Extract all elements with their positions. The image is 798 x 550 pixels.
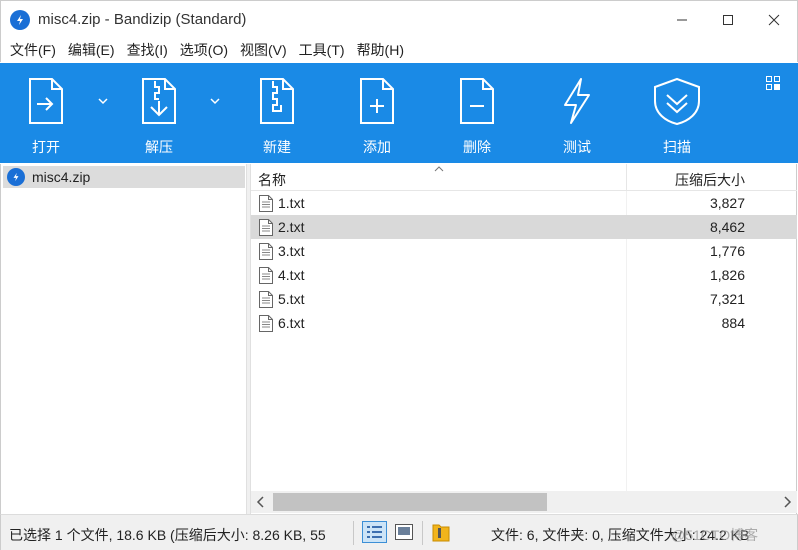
file-row[interactable]: 5.txt 7,321 xyxy=(251,287,797,311)
file-name: 1.txt xyxy=(278,195,305,211)
file-name: 4.txt xyxy=(278,267,305,283)
file-rows: 1.txt 3,827 2.txt 8,462 3.txt 1,776 4.txt 1,826… xyxy=(251,191,797,335)
open-file-icon xyxy=(29,78,63,124)
add-button[interactable]: 添加 xyxy=(337,63,417,163)
status-bar: 已选择 1 个文件, 18.6 KB (压缩后大小: 8.26 KB, 55 文… xyxy=(0,514,798,550)
shield-icon xyxy=(654,77,700,125)
file-compressed-size: 1,826 xyxy=(709,267,745,283)
menu-options[interactable]: 选项(O) xyxy=(176,40,236,60)
file-name: 5.txt xyxy=(278,291,305,307)
maximize-button[interactable] xyxy=(705,1,751,39)
archive-folder-icon[interactable] xyxy=(432,522,450,542)
new-button[interactable]: 新建 xyxy=(237,63,317,163)
add-label: 添加 xyxy=(363,139,391,155)
layout-grid-icon[interactable] xyxy=(766,76,780,90)
zip-archive-icon xyxy=(7,168,25,186)
menu-file[interactable]: 文件(F) xyxy=(1,40,64,60)
title-bar: misc4.zip - Bandizip (Standard) xyxy=(0,0,798,38)
file-compressed-size: 8,462 xyxy=(709,219,745,235)
toolbar: 打开 解压 新建 添加 删除 测试 扫描 xyxy=(0,63,798,163)
file-row[interactable]: 2.txt 8,462 xyxy=(251,215,797,239)
scroll-right-arrow-icon[interactable] xyxy=(781,495,793,509)
open-dropdown-arrow-icon[interactable] xyxy=(97,96,109,106)
delete-label: 删除 xyxy=(463,139,491,155)
text-file-icon xyxy=(259,195,273,212)
file-row[interactable]: 4.txt 1,826 xyxy=(251,263,797,287)
test-label: 测试 xyxy=(563,139,591,155)
close-icon xyxy=(768,14,780,26)
selection-status-text: 已选择 1 个文件, 18.6 KB (压缩后大小: 8.26 KB, 55 xyxy=(9,527,326,543)
text-file-icon xyxy=(259,267,273,284)
status-divider xyxy=(422,521,423,545)
file-list-pane: 名称 压缩后大小 1.txt 3,827 2.txt 8,462 3.txt 1,776 4… xyxy=(251,164,797,514)
delete-button[interactable]: 删除 xyxy=(437,63,517,163)
window-title: misc4.zip - Bandizip (Standard) xyxy=(38,11,247,28)
column-header-compressed-size[interactable]: 压缩后大小 xyxy=(675,170,745,190)
horizontal-scrollbar[interactable] xyxy=(251,491,797,513)
file-row[interactable]: 6.txt 884 xyxy=(251,311,797,335)
status-divider xyxy=(353,521,354,545)
file-row[interactable]: 3.txt 1,776 xyxy=(251,239,797,263)
extract-button[interactable]: 解压 xyxy=(119,63,199,163)
column-divider[interactable] xyxy=(626,164,627,191)
text-file-icon xyxy=(259,315,273,332)
lightning-icon xyxy=(564,78,590,124)
list-header: 名称 压缩后大小 xyxy=(251,164,797,191)
file-compressed-size: 884 xyxy=(721,315,745,331)
text-file-icon xyxy=(259,219,273,236)
file-name: 2.txt xyxy=(278,219,305,235)
bandizip-logo-icon xyxy=(10,9,30,30)
file-compressed-size: 1,776 xyxy=(709,243,745,259)
delete-file-icon xyxy=(460,78,494,124)
menu-tools[interactable]: 工具(T) xyxy=(295,40,353,60)
minimize-icon xyxy=(677,19,687,21)
text-file-icon xyxy=(259,291,273,308)
new-archive-icon xyxy=(260,78,294,124)
thumbnail-view-icon[interactable] xyxy=(395,524,413,540)
archive-tree-pane: misc4.zip xyxy=(0,164,248,514)
close-button[interactable] xyxy=(751,1,797,39)
file-row[interactable]: 1.txt 3,827 xyxy=(251,191,797,215)
test-button[interactable]: 测试 xyxy=(537,63,617,163)
open-label: 打开 xyxy=(32,139,60,155)
file-compressed-size: 7,321 xyxy=(709,291,745,307)
extract-dropdown-arrow-icon[interactable] xyxy=(209,96,221,106)
scan-button[interactable]: 扫描 xyxy=(637,63,717,163)
tree-item-archive-root[interactable]: misc4.zip xyxy=(3,166,245,188)
maximize-icon xyxy=(723,15,733,25)
sort-ascending-icon xyxy=(434,166,444,172)
column-header-name[interactable]: 名称 xyxy=(258,170,286,190)
scroll-left-arrow-icon[interactable] xyxy=(255,495,267,509)
scrollbar-thumb[interactable] xyxy=(273,493,547,511)
file-compressed-size: 3,827 xyxy=(709,195,745,211)
file-name: 3.txt xyxy=(278,243,305,259)
menu-find[interactable]: 查找(I) xyxy=(123,40,176,60)
extract-label: 解压 xyxy=(145,139,173,155)
menu-bar: 文件(F) 编辑(E) 查找(I) 选项(O) 视图(V) 工具(T) 帮助(H… xyxy=(0,38,798,62)
menu-edit[interactable]: 编辑(E) xyxy=(64,40,123,60)
tree-item-label: misc4.zip xyxy=(32,169,91,185)
extract-zip-icon xyxy=(142,78,176,124)
scan-label: 扫描 xyxy=(663,139,691,155)
minimize-button[interactable] xyxy=(659,1,705,39)
menu-help[interactable]: 帮助(H) xyxy=(353,40,412,60)
file-name: 6.txt xyxy=(278,315,305,331)
new-label: 新建 xyxy=(263,139,291,155)
menu-view[interactable]: 视图(V) xyxy=(236,40,295,60)
open-button[interactable]: 打开 xyxy=(6,63,86,163)
watermark: @51CTO博客 xyxy=(671,527,759,543)
add-file-icon xyxy=(360,78,394,124)
text-file-icon xyxy=(259,243,273,260)
details-view-icon[interactable] xyxy=(362,521,387,543)
